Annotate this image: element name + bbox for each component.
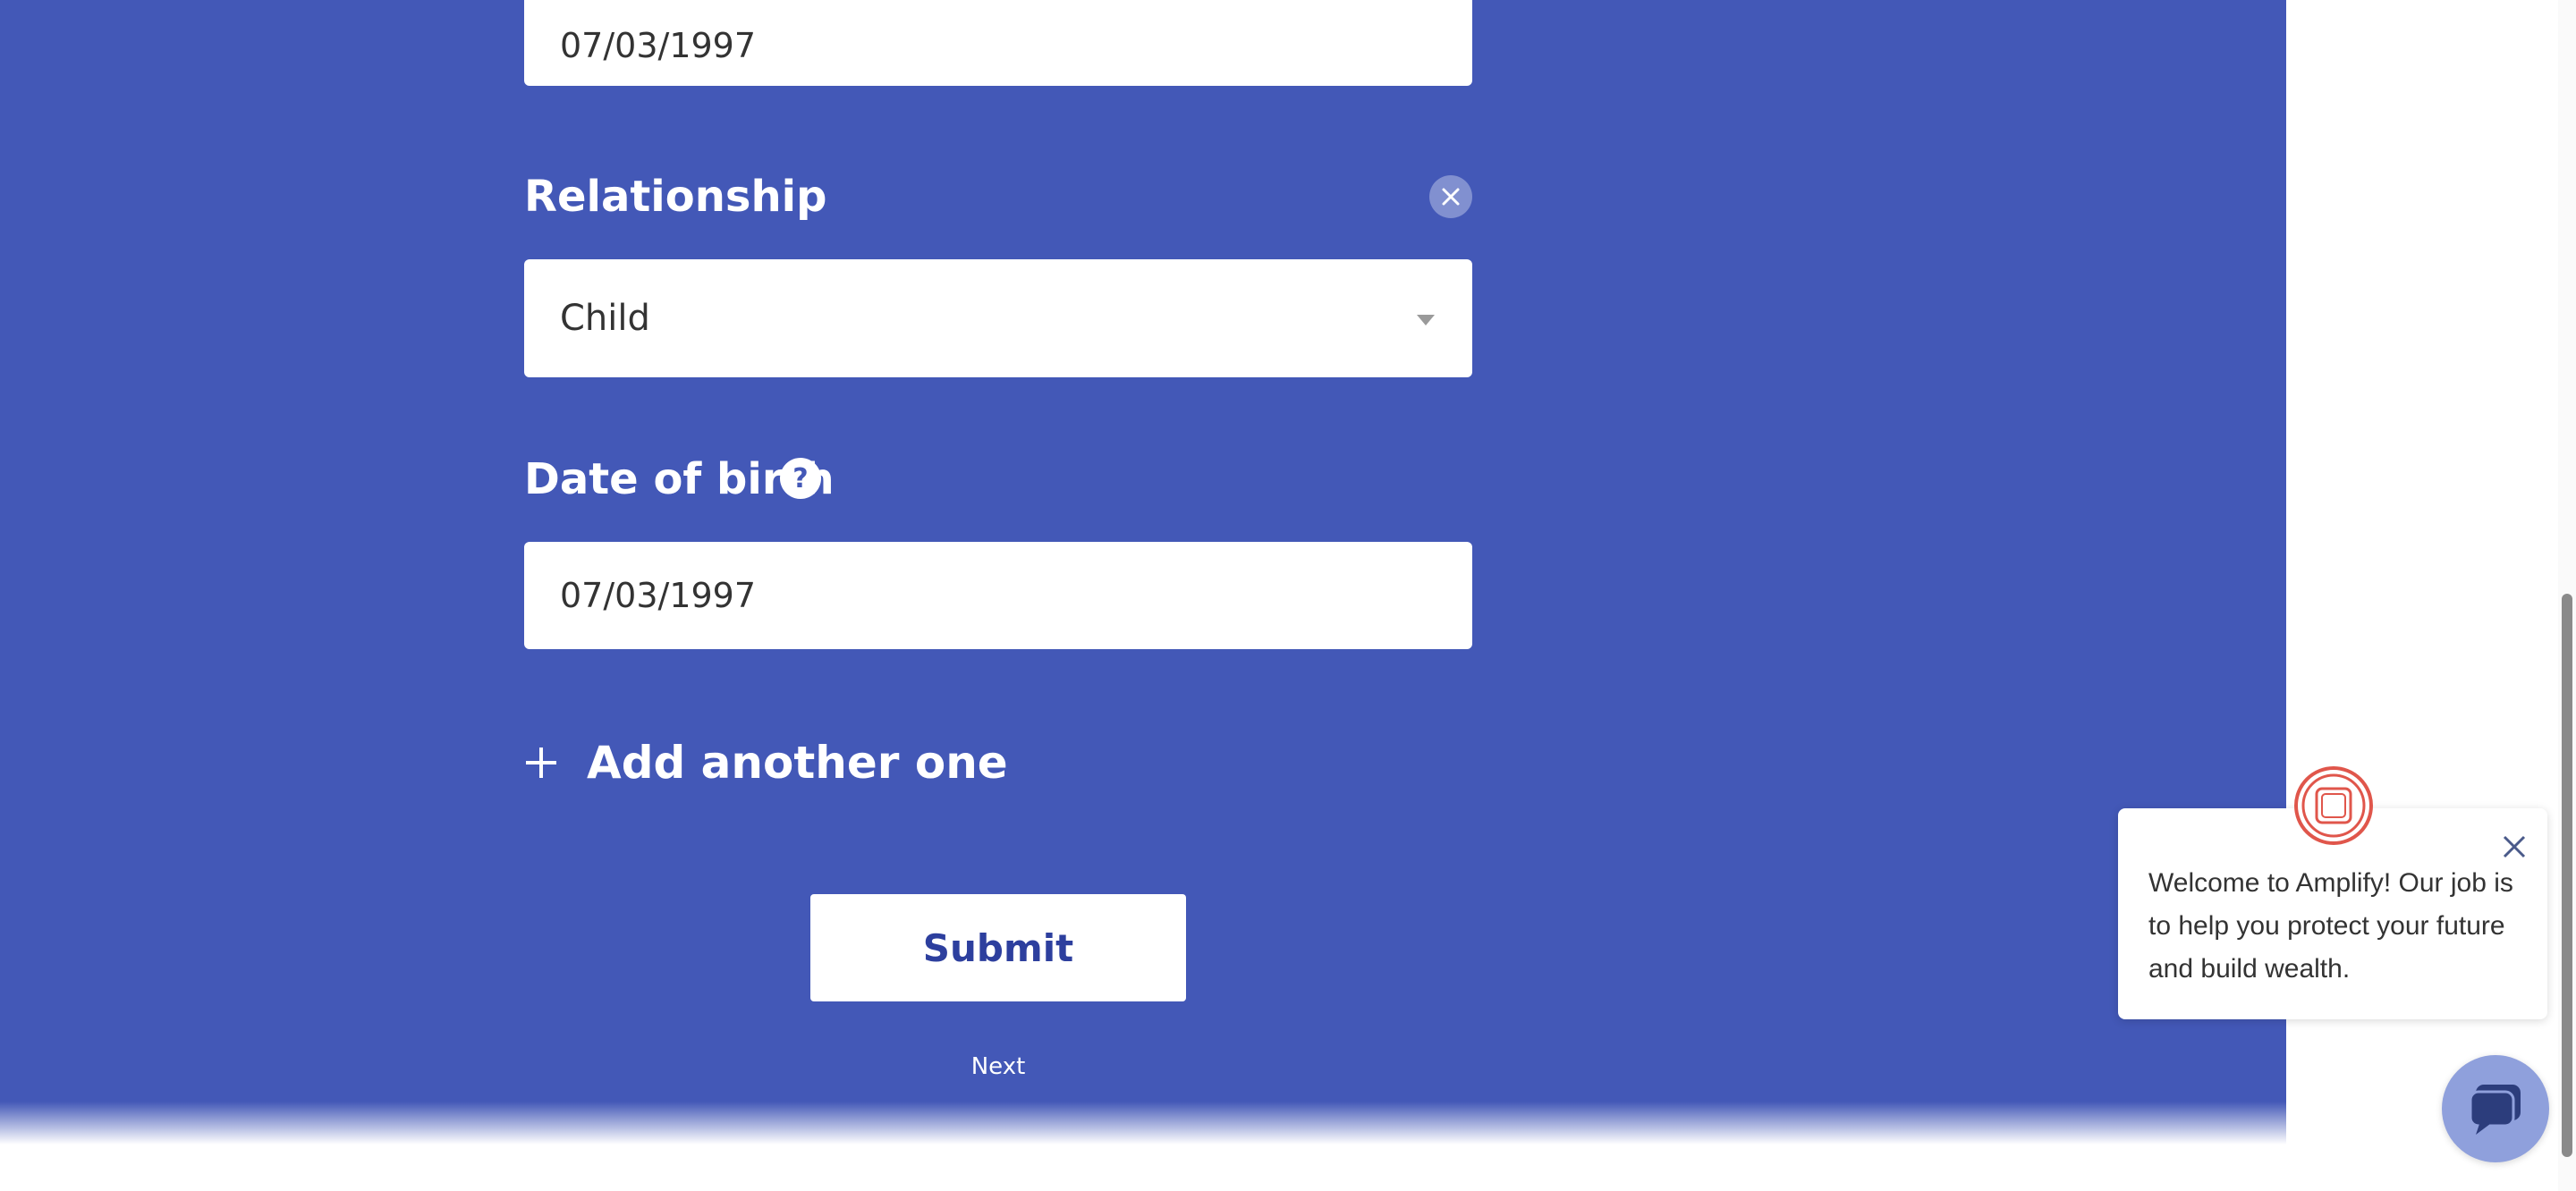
close-icon [1442, 188, 1460, 206]
chat-launcher-button[interactable] [2442, 1055, 2549, 1162]
date-of-birth-input[interactable]: 07/03/1997 [524, 542, 1472, 649]
chat-icon [2469, 1085, 2521, 1135]
relationship-selected-value: Child [560, 298, 650, 339]
chat-close-icon[interactable] [2499, 832, 2529, 862]
relationship-label: Relationship [524, 172, 827, 222]
submit-button[interactable]: Submit [810, 894, 1186, 1001]
chat-message: Welcome to Amplify! Our job is to help y… [2148, 868, 2513, 984]
relationship-select[interactable]: Child [524, 259, 1472, 377]
previous-date-value: 07/03/1997 [560, 26, 757, 65]
chevron-down-icon [1417, 315, 1435, 325]
remove-entry-button[interactable] [1429, 175, 1472, 218]
plus-icon [526, 748, 556, 778]
add-another-label: Add another one [587, 737, 1008, 789]
previous-date-of-birth-input[interactable]: 07/03/1997 [524, 0, 1472, 86]
next-link[interactable]: Next [909, 1053, 1088, 1080]
date-of-birth-value: 07/03/1997 [560, 576, 757, 615]
scrollbar-thumb[interactable] [2562, 594, 2572, 1157]
help-icon[interactable]: ? [780, 458, 821, 499]
amplify-logo-icon [2294, 766, 2373, 845]
panel-fade [0, 1102, 2286, 1145]
add-another-button[interactable]: Add another one [524, 731, 1008, 794]
